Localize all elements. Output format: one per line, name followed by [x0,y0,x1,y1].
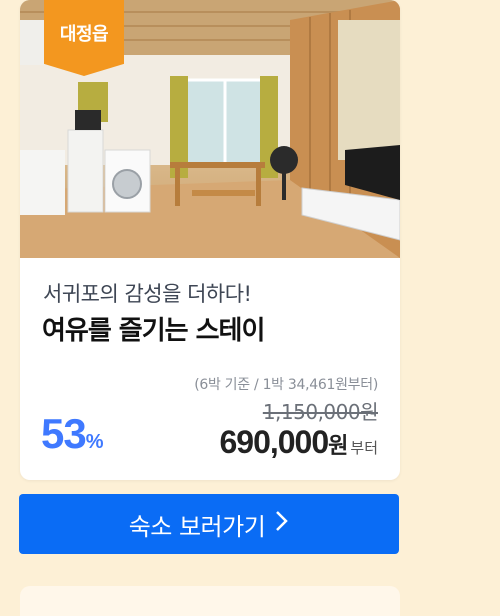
location-badge: 대정읍 [44,0,124,76]
listing-title: 여유를 즐기는 스테이 [42,316,265,346]
view-stay-button-label: 숙소 보러가기 [128,512,266,541]
listing-photo: 대정읍 [20,0,400,258]
discount-rate: 53% [41,410,104,458]
next-listing-card-edge [20,586,400,616]
chevron-right-icon [275,510,289,538]
price-note: (6박 기준 / 1박 34,461원부터) [194,377,378,393]
listing-card[interactable]: 대정읍 서귀포의 감성을 더하다! 여유를 즐기는 스테이 53% (6박 기준… [20,0,400,480]
view-stay-button[interactable]: 숙소 보러가기 [19,494,399,554]
discount-unit: % [85,431,104,453]
discount-value: 53 [41,410,87,457]
final-price-currency: 원 [328,434,349,459]
final-price: 690,000원 부터 [219,424,378,461]
listing-subtitle: 서귀포의 감성을 더하다! [43,282,252,306]
final-price-suffix: 부터 [350,439,378,457]
final-price-amount: 690,000 [219,424,329,460]
original-price: 1,150,000원 [262,400,379,424]
